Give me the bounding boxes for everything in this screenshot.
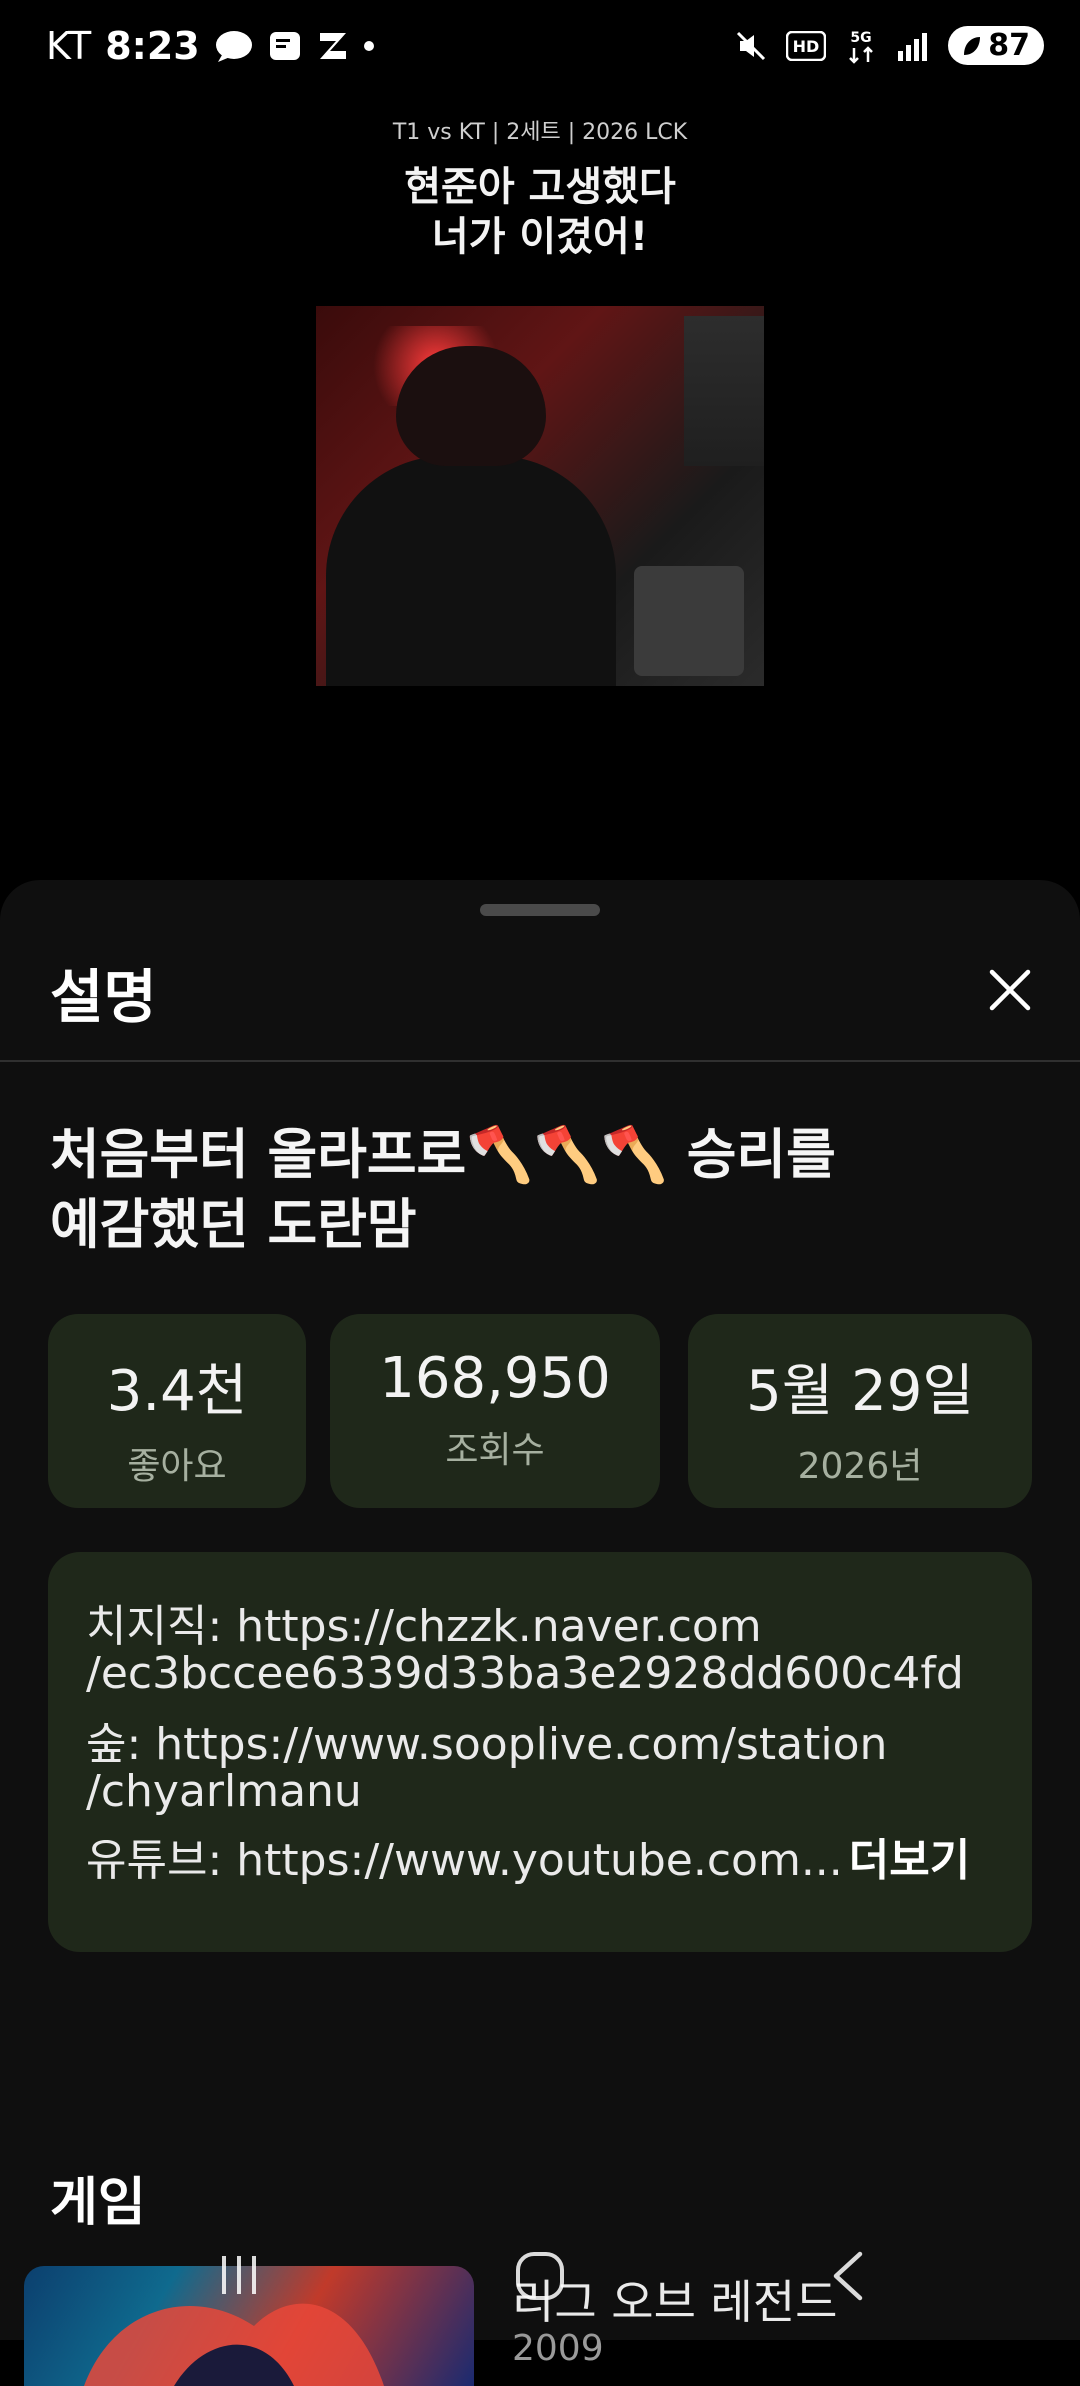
carrier-label: KT <box>46 24 92 68</box>
player-head <box>396 346 546 466</box>
recents-button[interactable] <box>212 2248 266 2306</box>
video-title: 처음부터 올라프로🪓🪓🪓 승리를 예감했던 도란맘 <box>50 1120 1030 1260</box>
back-icon <box>833 2251 863 2301</box>
leaf-icon <box>964 36 981 55</box>
stats-row: 3.4천 좋아요 168,950 조회수 5월 29일 2026년 <box>48 1314 1032 1508</box>
back-button[interactable] <box>826 2248 872 2308</box>
description-box[interactable]: 치지직: https://chzzk.naver.com /ec3bccee63… <box>48 1552 1032 1952</box>
video-title-line1: 처음부터 올라프로🪓🪓🪓 승리를 <box>50 1123 836 1186</box>
description-line: /ec3bccee6339d33ba3e2928dd600c4fd <box>86 1648 964 1699</box>
description-line: 치지직: https://chzzk.naver.com <box>86 1601 762 1652</box>
5g-icon: 5G <box>849 30 874 64</box>
date-value: 5월 29일 <box>746 1359 974 1424</box>
description-line: 숲: https://www.sooplive.com/station <box>86 1719 888 1770</box>
home-button[interactable] <box>512 2248 568 2308</box>
streamer-cam <box>634 566 744 676</box>
zepeto-icon <box>319 33 346 59</box>
battery-indicator: 87 <box>948 26 1044 65</box>
chat-overlay <box>684 316 764 466</box>
close-icon <box>989 969 1031 1011</box>
views-label: 조회수 <box>445 1430 545 1471</box>
hd-icon: HD <box>786 30 827 61</box>
battery-level: 87 <box>988 28 1030 63</box>
date-card: 5월 29일 2026년 <box>688 1314 1032 1508</box>
divider <box>0 1060 1080 1062</box>
clock: 8:23 <box>105 24 200 68</box>
sheet-title: 설명 <box>50 963 157 1031</box>
more-notifications-dot <box>363 41 374 51</box>
video-preview[interactable]: T1 vs KT | 2세트 | 2026 LCK 현준아 고생했다 너가 이겼… <box>0 100 1080 890</box>
video-thumbnail <box>316 306 764 686</box>
description-line: 유튜브: https://www.youtube.com... <box>86 1835 843 1886</box>
video-title-line2: 예감했던 도란맘 <box>50 1193 417 1256</box>
video-caption: T1 vs KT | 2세트 | 2026 LCK <box>392 120 688 145</box>
mute-icon <box>737 31 766 60</box>
player-silhouette <box>326 456 616 686</box>
video-headline-line2: 너가 이겼어! <box>431 214 649 260</box>
views-value: 168,950 <box>379 1346 611 1411</box>
close-button[interactable] <box>980 960 1040 1020</box>
description-line: /chyarlmanu <box>86 1766 362 1817</box>
svg-text:HD: HD <box>793 37 820 56</box>
svg-text:5G: 5G <box>851 30 872 46</box>
drag-handle[interactable] <box>480 904 600 916</box>
likes-value: 3.4천 <box>106 1359 248 1424</box>
recents-icon <box>222 2256 256 2294</box>
app-notification-icon <box>269 32 300 60</box>
date-year: 2026년 <box>797 1446 923 1487</box>
section-heading-game: 게임 <box>50 2173 146 2233</box>
signal-icon <box>898 32 928 61</box>
status-bar: KT 8:23 HD 5G 87 <box>0 0 1080 100</box>
video-headline-line1: 현준아 고생했다 <box>404 164 676 210</box>
likes-label: 좋아요 <box>127 1446 227 1487</box>
chat-bubble-icon <box>215 31 252 62</box>
video-headline: 현준아 고생했다 너가 이겼어! <box>0 162 1080 262</box>
home-icon <box>516 2252 564 2300</box>
views-card: 168,950 조회수 <box>330 1314 660 1508</box>
likes-card: 3.4천 좋아요 <box>48 1314 306 1508</box>
description-sheet: 설명 처음부터 올라프로🪓🪓🪓 승리를 예감했던 도란맘 3.4천 좋아요 16… <box>0 880 1080 2386</box>
show-more-link[interactable]: 더보기 <box>849 1835 970 1886</box>
system-nav-bar <box>0 2230 1080 2340</box>
